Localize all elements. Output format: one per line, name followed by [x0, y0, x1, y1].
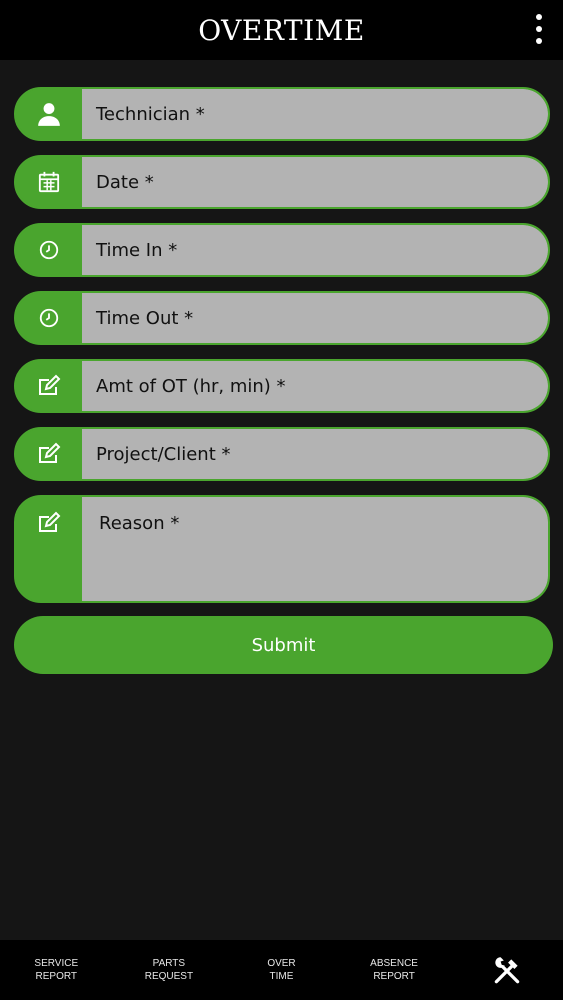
nav-service-report[interactable]: SERVICE REPORT	[0, 940, 113, 1000]
submit-button[interactable]: Submit	[14, 616, 553, 674]
date-input[interactable]: Date *	[82, 157, 548, 207]
nav-absence-report-label: ABSENCE REPORT	[370, 958, 418, 982]
clock-icon	[16, 293, 82, 343]
overtime-screen: OVERTIME Technician * Date * Time In * T…	[0, 0, 563, 1000]
nav-parts-request[interactable]: PARTS REQUEST	[113, 940, 226, 1000]
nav-overtime-label: OVER TIME	[267, 958, 296, 982]
project-client-input[interactable]: Project/Client *	[82, 429, 548, 479]
nav-tools[interactable]	[450, 940, 563, 1000]
nav-service-report-label: SERVICE REPORT	[34, 958, 79, 982]
technician-field[interactable]: Technician *	[14, 87, 550, 141]
time-out-field[interactable]: Time Out *	[14, 291, 550, 345]
calendar-icon	[16, 157, 82, 207]
more-vertical-icon[interactable]	[535, 14, 543, 44]
nav-absence-report[interactable]: ABSENCE REPORT	[338, 940, 451, 1000]
nav-overtime[interactable]: OVER TIME	[225, 940, 338, 1000]
overtime-form: Technician * Date * Time In * Time Out *…	[14, 87, 553, 674]
date-field[interactable]: Date *	[14, 155, 550, 209]
time-out-input[interactable]: Time Out *	[82, 293, 548, 343]
page-title: OVERTIME	[198, 13, 365, 47]
amount-ot-input[interactable]: Amt of OT (hr, min) *	[82, 361, 548, 411]
edit-icon	[16, 497, 82, 601]
nav-parts-request-label: PARTS REQUEST	[144, 958, 194, 982]
time-in-input[interactable]: Time In *	[82, 225, 548, 275]
app-header: OVERTIME	[0, 0, 563, 60]
time-in-field[interactable]: Time In *	[14, 223, 550, 277]
clock-icon	[16, 225, 82, 275]
tools-icon	[494, 957, 519, 984]
project-client-field[interactable]: Project/Client *	[14, 427, 550, 481]
reason-textarea[interactable]: Reason *	[82, 497, 548, 601]
amount-ot-field[interactable]: Amt of OT (hr, min) *	[14, 359, 550, 413]
edit-icon	[16, 361, 82, 411]
edit-icon	[16, 429, 82, 479]
reason-field[interactable]: Reason *	[14, 495, 550, 603]
bottom-nav: SERVICE REPORT PARTS REQUEST OVER TIME A…	[0, 940, 563, 1000]
person-icon	[16, 89, 82, 139]
technician-input[interactable]: Technician *	[82, 89, 548, 139]
